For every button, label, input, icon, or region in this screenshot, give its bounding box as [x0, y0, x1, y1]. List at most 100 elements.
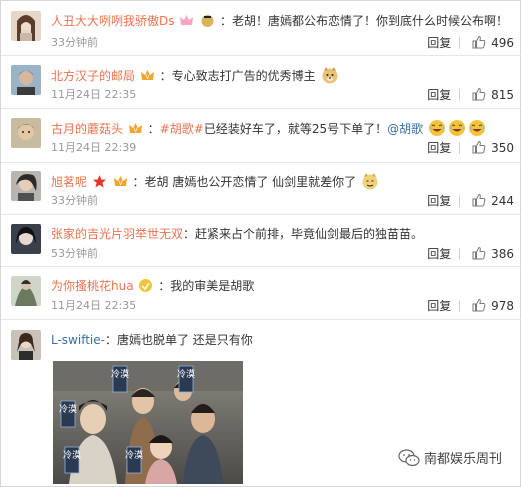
topic-hashtag-link[interactable]: #胡歌#	[160, 122, 204, 136]
avatar[interactable]	[11, 171, 41, 201]
comment-actions: 回复 244	[427, 193, 514, 209]
svg-text:冷漠: 冷漠	[111, 368, 129, 380]
thumbs-up-icon[interactable]	[472, 35, 486, 49]
member-crown-icon	[139, 279, 153, 292]
comment-time: 11月24日 22:39	[51, 141, 137, 154]
comment-actions: 回复 350	[427, 140, 514, 156]
divider	[459, 300, 461, 312]
reply-button[interactable]: 回复	[427, 87, 451, 103]
svg-text:冷漠: 冷漠	[125, 449, 143, 461]
reply-button[interactable]: 回复	[427, 298, 451, 314]
laughing-emoji-icon	[468, 120, 485, 136]
comment-image[interactable]: 冷漠 冷漠 冷漠 冷漠 冷漠	[53, 361, 243, 484]
comment-line: 人丑大大咧咧我骄傲Ds ：老胡！唐嫣都公布恋情了！你到底什么时候公布啊！	[51, 12, 508, 30]
mention-link[interactable]: @胡歌	[387, 122, 423, 136]
photo-tag: 冷漠	[111, 365, 129, 393]
svg-text:冷漠: 冷漠	[63, 449, 81, 461]
comment-text: ：唐嫣也脱单了 还是只有你	[104, 333, 253, 347]
avatar[interactable]	[11, 224, 41, 254]
svg-text:冷漠: 冷漠	[177, 368, 195, 380]
like-count: 815	[491, 88, 514, 102]
comment-text: ：老胡！唐嫣都公布恋情了！你到底什么时候公布啊！	[219, 14, 508, 28]
like-count: 496	[491, 36, 514, 50]
avatar[interactable]	[11, 65, 41, 95]
comment-time: 33分钟前	[51, 36, 98, 49]
member-crown-icon	[92, 175, 106, 188]
username-link[interactable]: 为你搔桃花hua	[51, 279, 134, 293]
thumbs-up-icon[interactable]	[472, 298, 486, 312]
username-link[interactable]: L-swiftie-	[51, 333, 105, 347]
comment-line: L-swiftie-：唐嫣也脱单了 还是只有你	[51, 331, 253, 349]
thumbs-up-icon[interactable]	[472, 193, 486, 207]
wechat-logo-icon	[398, 449, 420, 467]
avatar[interactable]	[11, 118, 41, 148]
comment-line: 古月的蘑菇头 V ：#胡歌#已经装好车了，就等25号下单了！@胡歌	[51, 119, 487, 137]
divider	[459, 142, 461, 154]
username-link[interactable]: 旭茗呢	[51, 175, 87, 189]
username-link[interactable]: 人丑大大咧咧我骄傲Ds	[51, 14, 175, 28]
reply-button[interactable]: 回复	[427, 35, 451, 51]
reply-button[interactable]: 回复	[427, 246, 451, 262]
like-count: 386	[491, 247, 514, 261]
member-crown-icon: V	[113, 176, 127, 187]
comment-text: ：赶紧来占个前排，毕竟仙剑最后的独苗苗。	[183, 227, 424, 241]
avatar[interactable]	[11, 276, 41, 306]
comment-text: 已经装好车了，就等25号下单了！	[203, 122, 388, 136]
username-link[interactable]: 张家的吉光片羽举世无双	[51, 227, 183, 241]
svg-text:冷漠: 冷漠	[59, 403, 77, 415]
comment-text: ：老胡 唐嫣也公开恋情了 仙剑里就差你了	[132, 175, 357, 189]
comment-panel: 人丑大大咧咧我骄傲Ds ：老胡！唐嫣都公布恋情了！你到底什么时候公布啊！ 33分…	[0, 0, 521, 487]
comment-item: 旭茗呢 V ：老胡 唐嫣也公开恋情了 仙剑里就差你了 33分钟前 回复 244	[1, 167, 521, 215]
comment-text-prefix: ：	[147, 122, 160, 136]
comment-line: 为你搔桃花hua ：我的审美是胡歌	[51, 277, 254, 295]
doge-emoji-icon	[362, 173, 378, 190]
comment-actions: 回复 978	[427, 298, 514, 314]
comment-time: 33分钟前	[51, 194, 98, 207]
comment-item: 张家的吉光片羽举世无双：赶紧来占个前排，毕竟仙剑最后的独苗苗。 53分钟前 回复…	[1, 220, 521, 267]
comment-time: 11月24日 22:35	[51, 299, 137, 312]
thumbs-up-icon[interactable]	[472, 140, 486, 154]
username-link[interactable]: 古月的蘑菇头	[51, 122, 123, 136]
comment-time: 53分钟前	[51, 247, 98, 260]
reply-button[interactable]: 回复	[427, 140, 451, 156]
thumbs-up-icon[interactable]	[472, 87, 486, 101]
comment-line: 北方汉子的邮局 V ：专心致志打广告的优秀博主	[51, 66, 340, 84]
like-count: 978	[491, 299, 514, 313]
thumbs-up-icon[interactable]	[472, 246, 486, 260]
comment-item: 人丑大大咧咧我骄傲Ds ：老胡！唐嫣都公布恋情了！你到底什么时候公布啊！ 33分…	[1, 9, 521, 56]
comment-time: 11月24日 22:35	[51, 88, 137, 101]
divider	[459, 37, 461, 49]
comment-line: 张家的吉光片羽举世无双：赶紧来占个前排，毕竟仙剑最后的独苗苗。	[51, 225, 423, 243]
member-crown-icon: V	[140, 70, 154, 81]
reply-button[interactable]: 回复	[427, 193, 451, 209]
comment-item: 古月的蘑菇头 V ：#胡歌#已经装好车了，就等25号下单了！@胡歌 11月24日…	[1, 114, 521, 163]
divider	[459, 195, 461, 207]
watermark: 南都娱乐周刊	[398, 448, 502, 468]
comment-text: ：我的审美是胡歌	[158, 279, 255, 293]
comment-actions: 回复 815	[427, 87, 514, 103]
comment-line: 旭茗呢 V ：老胡 唐嫣也公开恋情了 仙剑里就差你了	[51, 172, 380, 190]
laughing-emoji-icon	[448, 120, 465, 136]
laughing-emoji-icon	[428, 120, 445, 136]
like-count: 350	[491, 141, 514, 155]
comment-item: 北方汉子的邮局 V ：专心致志打广告的优秀博主 11月24日 22:35 回复 …	[1, 61, 521, 109]
photo-tag: 冷漠	[177, 365, 195, 393]
member-crown-icon: V	[128, 123, 142, 134]
comment-actions: 回复 386	[427, 246, 514, 262]
watermark-text: 南都娱乐周刊	[423, 452, 502, 467]
divider	[459, 248, 461, 260]
avatar[interactable]	[11, 11, 41, 41]
photo-tag: 冷漠	[59, 400, 77, 428]
comment-item: 为你搔桃花hua ：我的审美是胡歌 11月24日 22:35 回复 978	[1, 272, 521, 320]
username-link[interactable]: 北方汉子的邮局	[51, 69, 135, 83]
photo-tag: 冷漠	[125, 446, 143, 474]
member-crown-icon	[180, 15, 194, 25]
like-count: 244	[491, 194, 514, 208]
comment-text: ：专心致志打广告的优秀博主	[159, 69, 316, 83]
member-crown-icon	[201, 15, 214, 27]
divider	[459, 89, 461, 101]
doge-emoji-icon	[322, 67, 338, 84]
avatar[interactable]	[11, 330, 41, 360]
photo-tag: 冷漠	[63, 446, 81, 474]
comment-actions: 回复 496	[427, 35, 514, 51]
